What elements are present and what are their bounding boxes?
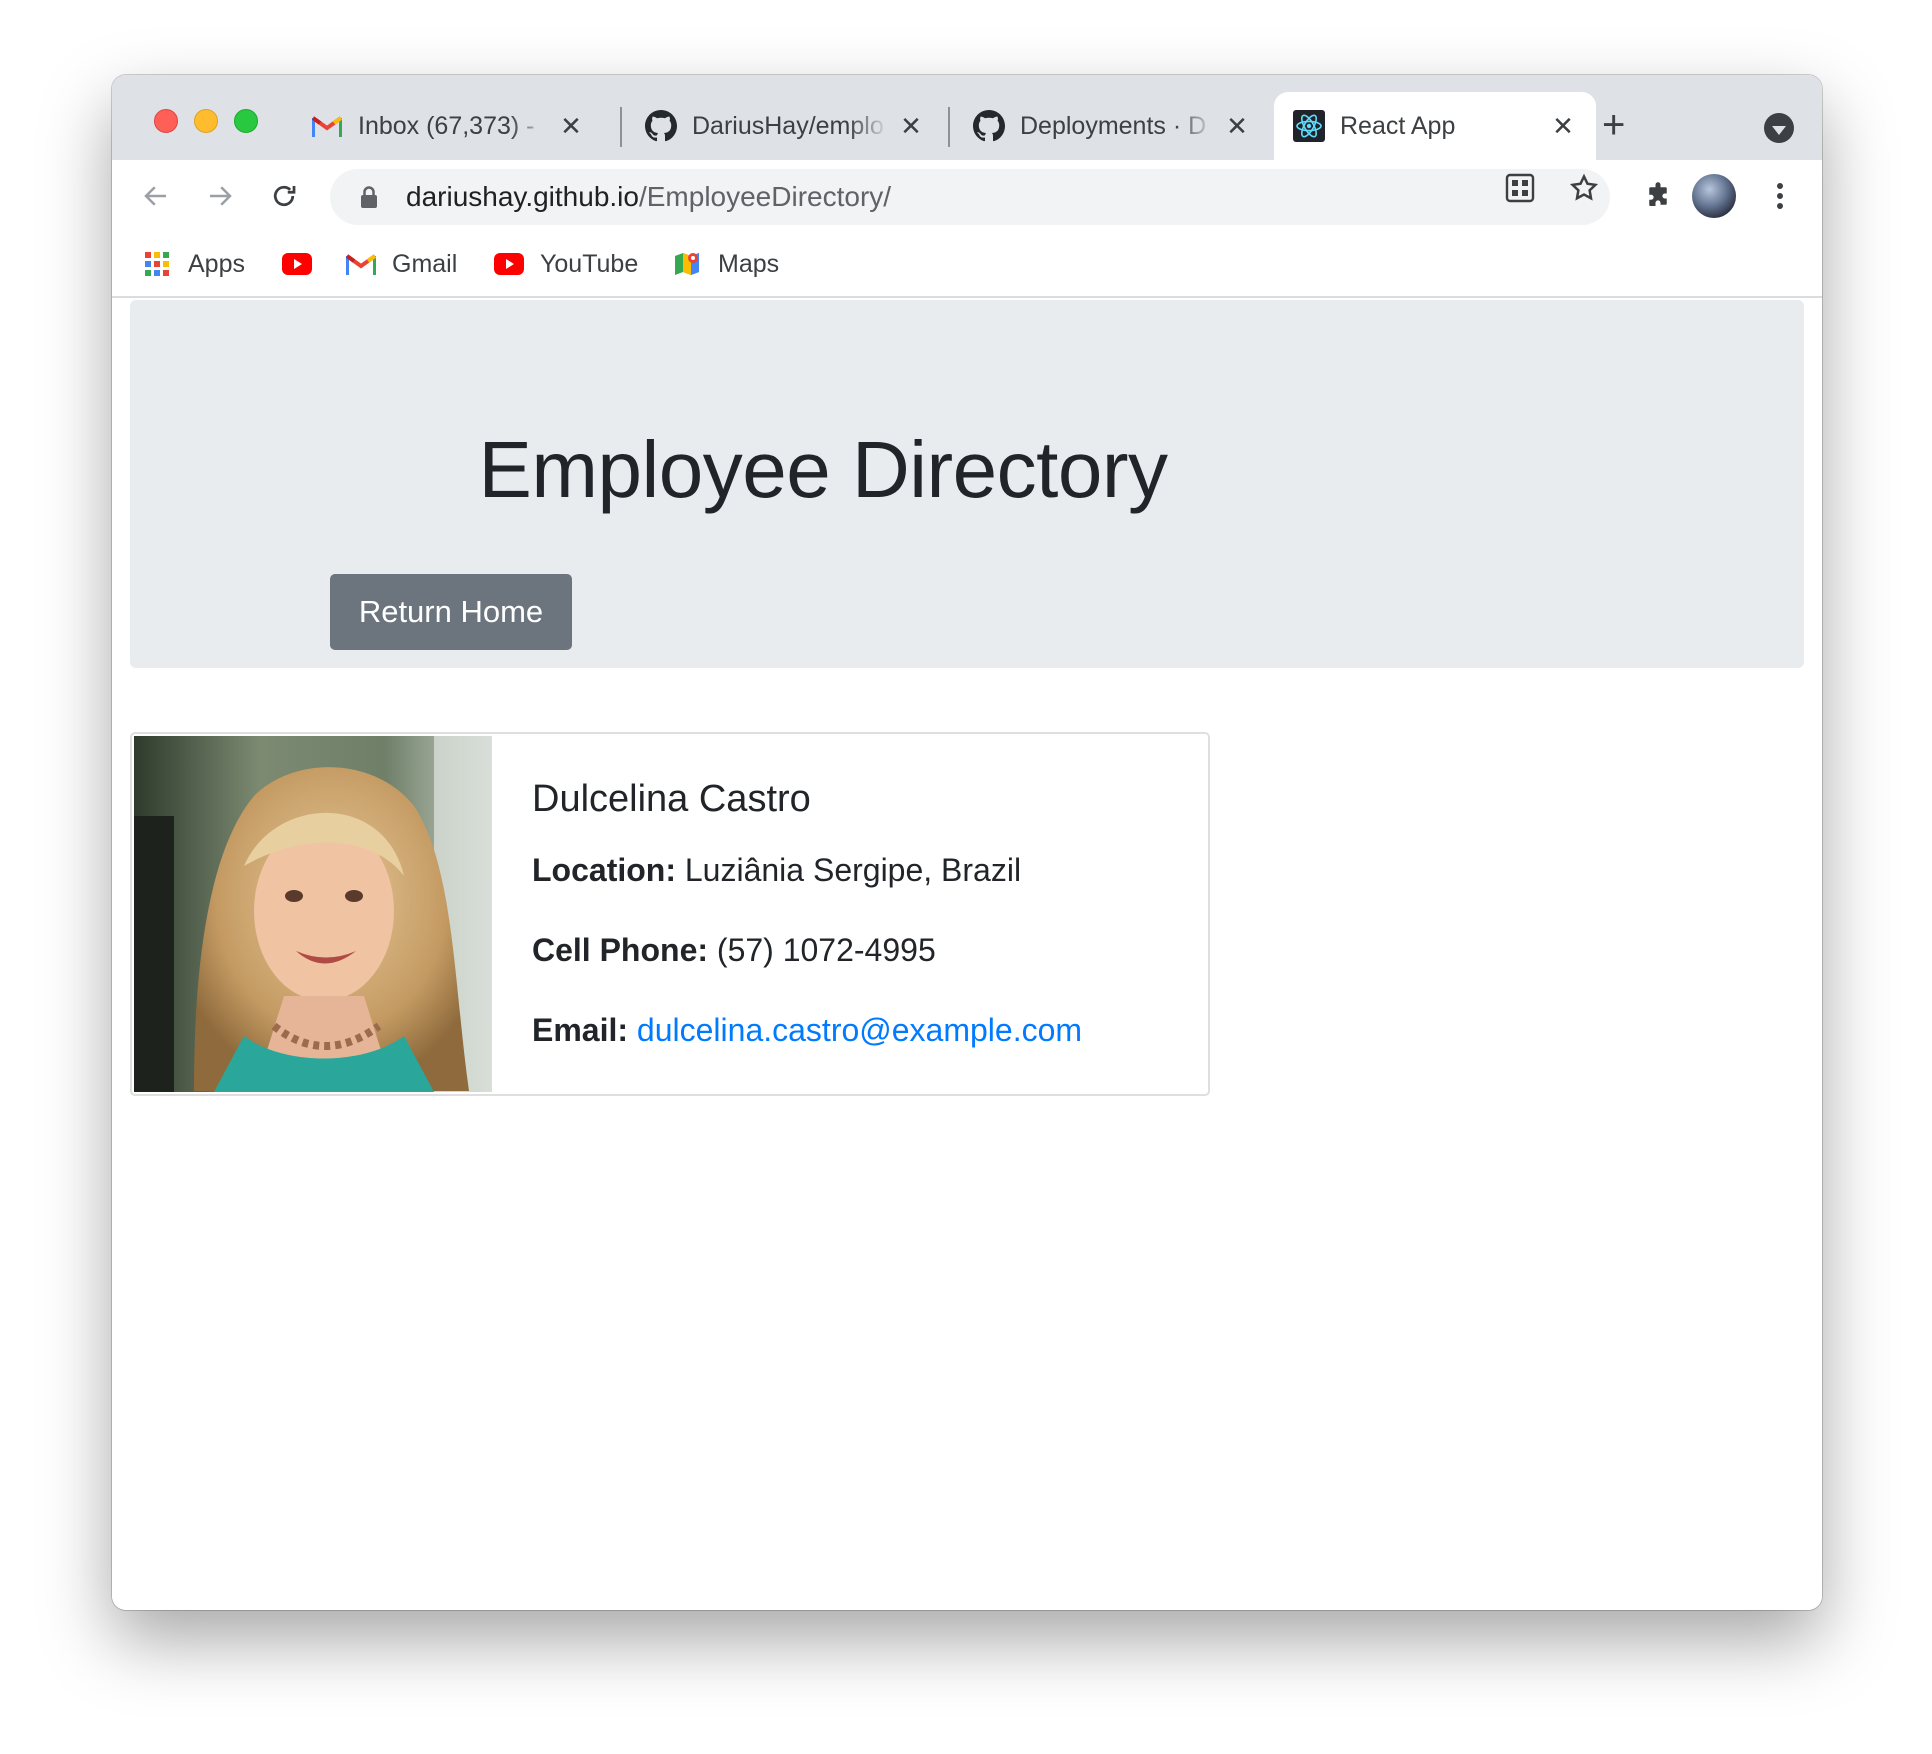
tab-separator — [620, 107, 622, 147]
url-path: /EmployeeDirectory/ — [638, 181, 892, 212]
tab-github-deployments[interactable]: Deployments · D ✕ — [954, 92, 1270, 160]
phone-label: Cell Phone: — [532, 932, 709, 968]
employee-card: Dulcelina Castro Location: Luziânia Serg… — [130, 732, 1210, 1096]
bookmark-label: Apps — [188, 249, 245, 278]
close-tab-icon[interactable]: ✕ — [558, 111, 584, 141]
gmail-icon — [346, 249, 376, 279]
employee-name: Dulcelina Castro — [532, 778, 811, 820]
back-arrow-icon[interactable] — [132, 172, 180, 220]
return-home-button[interactable]: Return Home — [330, 574, 572, 650]
tab-title: React App — [1340, 111, 1456, 140]
employee-photo — [134, 736, 492, 1092]
youtube-icon — [494, 249, 524, 279]
new-tab-button[interactable]: + — [1602, 105, 1625, 145]
close-tab-icon[interactable]: ✕ — [1550, 111, 1576, 141]
tab-title: Inbox (67,373) - — [358, 111, 535, 140]
page-title: Employee Directory — [478, 425, 1168, 514]
react-icon — [1292, 109, 1326, 143]
bookmark-gmail[interactable]: Gmail — [346, 244, 457, 284]
bookmark-label: Gmail — [392, 249, 458, 278]
tab-gmail-inbox[interactable]: Inbox (67,373) - ✕ — [292, 92, 604, 160]
bookmark-apps[interactable]: Apps — [142, 244, 245, 284]
location-value: Luziânia Sergipe, Brazil — [684, 852, 1022, 888]
tab-strip: Inbox (67,373) - ✕ DariusHay/emplo ✕ Dep… — [112, 75, 1822, 160]
forward-arrow-icon[interactable] — [196, 172, 244, 220]
close-tab-icon[interactable]: ✕ — [898, 111, 924, 141]
tab-search-icon[interactable] — [1764, 113, 1794, 143]
tab-github-repo[interactable]: DariusHay/emplo ✕ — [626, 92, 944, 160]
employee-location: Location: Luziânia Sergipe, Brazil — [532, 852, 1021, 889]
youtube-icon — [282, 249, 312, 279]
more-menu-icon[interactable] — [1758, 174, 1802, 218]
reload-icon[interactable] — [260, 172, 308, 220]
tab-title: Deployments · D — [1020, 111, 1207, 140]
email-label: Email: — [532, 1012, 629, 1048]
qr-code-icon[interactable] — [1504, 172, 1536, 204]
extensions-puzzle-icon[interactable] — [1636, 174, 1680, 218]
maps-icon — [672, 249, 702, 279]
tab-separator — [948, 107, 950, 147]
bookmarks-bar: Apps Gmail YouTube Maps — [112, 232, 1822, 298]
tab-react-app[interactable]: React App ✕ — [1274, 92, 1596, 160]
bookmark-youtube[interactable]: YouTube — [494, 244, 638, 284]
close-window-button[interactable] — [154, 109, 178, 133]
url-host: dariushay.github.io — [406, 181, 639, 212]
bookmark-star-icon[interactable] — [1568, 172, 1600, 204]
jumbotron-header: Employee Directory Return Home — [130, 300, 1804, 668]
gmail-icon — [310, 109, 344, 143]
email-link[interactable]: dulcelina.castro@example.com — [637, 1012, 1082, 1048]
address-bar[interactable]: dariushay.github.io/EmployeeDirectory/ — [330, 169, 1610, 225]
github-icon — [972, 109, 1006, 143]
page-content: Employee Directory Return Home Dulcelina… — [112, 300, 1822, 1610]
apps-grid-icon — [142, 249, 172, 279]
browser-toolbar: dariushay.github.io/EmployeeDirectory/ — [112, 160, 1822, 232]
employee-email: Email: dulcelina.castro@example.com — [532, 1012, 1082, 1049]
profile-avatar[interactable] — [1692, 174, 1736, 218]
zoom-window-button[interactable] — [234, 109, 258, 133]
tab-title: DariusHay/emplo — [692, 111, 884, 140]
phone-value: (57) 1072-4995 — [716, 932, 936, 968]
location-label: Location: — [532, 852, 676, 888]
minimize-window-button[interactable] — [194, 109, 218, 133]
employee-phone: Cell Phone: (57) 1072-4995 — [532, 932, 936, 969]
lock-icon[interactable] — [354, 182, 384, 212]
bookmark-maps[interactable]: Maps — [672, 244, 779, 284]
close-tab-icon[interactable]: ✕ — [1224, 111, 1250, 141]
bookmark-label: YouTube — [540, 249, 639, 278]
bookmark-youtube-icon-only[interactable] — [282, 244, 328, 284]
bookmark-label: Maps — [718, 249, 780, 278]
github-icon — [644, 109, 678, 143]
browser-window: Inbox (67,373) - ✕ DariusHay/emplo ✕ Dep… — [112, 75, 1822, 1610]
